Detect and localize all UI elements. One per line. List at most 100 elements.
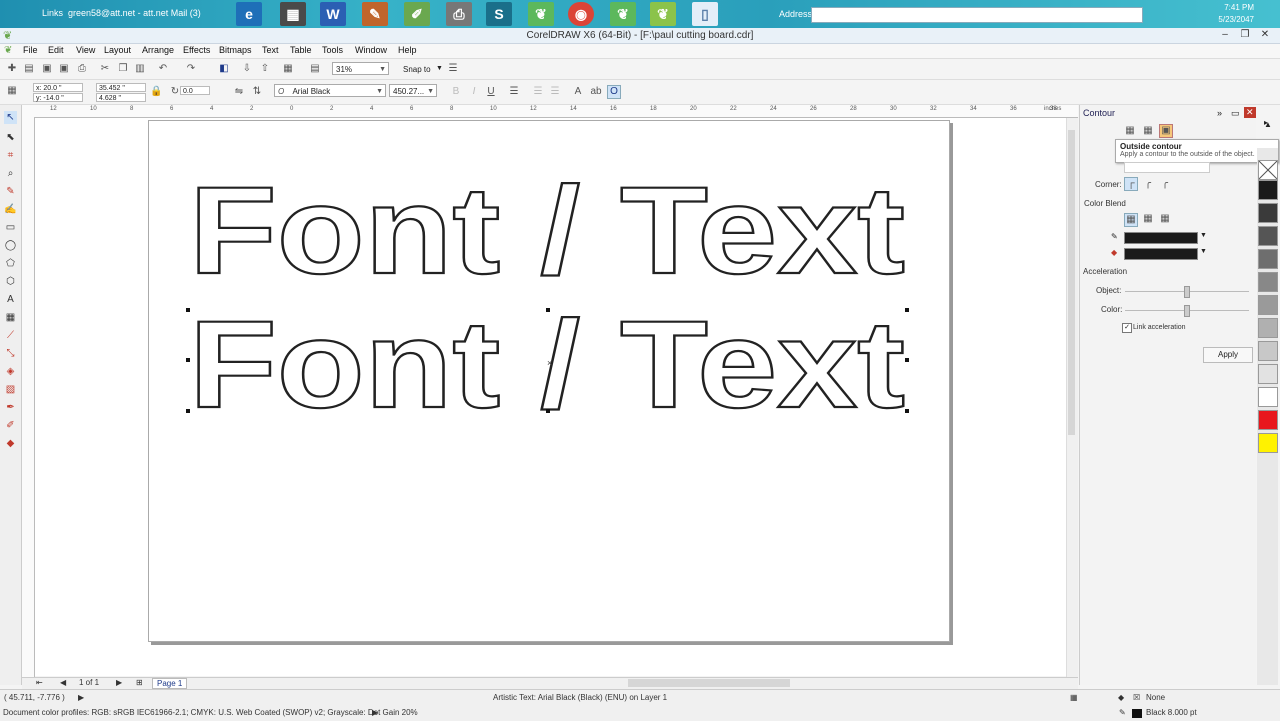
blend-tool-icon[interactable]: ◈ [4, 365, 17, 378]
rectangle-tool-icon[interactable]: ▭ [4, 221, 17, 234]
text-tool-icon[interactable]: A [4, 293, 17, 306]
font-size-select[interactable]: 450.27... ▼ [389, 84, 437, 97]
opentype-icon[interactable]: O [607, 85, 621, 99]
apply-button[interactable]: Apply [1203, 347, 1253, 363]
italic-icon[interactable]: I [468, 86, 480, 98]
text-properties-icon[interactable]: A [572, 86, 584, 98]
document-page[interactable]: Font / Text Font / Text × [148, 120, 950, 642]
outside-contour-icon[interactable]: ▣ [1159, 124, 1173, 138]
vertical-ruler[interactable] [22, 117, 35, 677]
menu-bitmaps[interactable]: Bitmaps [219, 45, 252, 55]
document-icon[interactable]: ▯ [692, 2, 718, 26]
bullet-list-icon[interactable]: ☰ [532, 86, 544, 98]
close-button[interactable]: ✕ [1258, 29, 1272, 41]
docker-minimize-icon[interactable]: ▭ [1231, 108, 1240, 119]
counterclockwise-blend-icon[interactable]: ▦ [1159, 213, 1171, 225]
align-icon[interactable]: ☰ [508, 86, 520, 98]
first-page-icon[interactable]: ⇤ [36, 678, 43, 687]
color-swatch[interactable] [1258, 203, 1278, 223]
underline-icon[interactable]: U [485, 86, 497, 98]
page-1-tab[interactable]: Page 1 [152, 678, 188, 689]
save-as-icon[interactable]: ▣ [58, 63, 70, 75]
offset-field[interactable] [1124, 162, 1210, 173]
menu-layout[interactable]: Layout [104, 45, 131, 55]
app-launcher-icon[interactable]: ▤ [309, 63, 321, 75]
open-icon[interactable]: ▤ [23, 63, 35, 75]
no-color-swatch[interactable] [1258, 160, 1278, 180]
menu-arrange[interactable]: Arrange [142, 45, 174, 55]
chevron-down-icon[interactable]: ▼ [1200, 248, 1207, 255]
dimension-tool-icon[interactable]: ⟋ [4, 329, 17, 342]
connector-tool-icon[interactable]: ⤡ [4, 347, 17, 360]
color-swatch[interactable] [1258, 180, 1278, 200]
calendar-icon[interactable]: ▦ [280, 2, 306, 26]
pick-tool-icon[interactable]: ↖ [4, 111, 17, 124]
links-label[interactable]: Links [42, 8, 63, 18]
paste-icon[interactable]: ▥ [134, 63, 146, 75]
menu-tools[interactable]: Tools [322, 45, 343, 55]
menu-table[interactable]: Table [290, 45, 312, 55]
options-icon[interactable]: ☰ [447, 63, 459, 75]
angle-field[interactable]: 0.0 [180, 86, 210, 95]
x-position-field[interactable]: x: 20.0 " [33, 83, 83, 92]
lock-ratio-icon[interactable]: 🔒 [150, 86, 162, 98]
zoom-level-select[interactable]: 31% ▼ [332, 62, 389, 75]
paint-icon[interactable]: ✎ [362, 2, 388, 26]
docker-close-icon[interactable]: ✕ [1244, 107, 1256, 118]
color-swatch[interactable] [1258, 387, 1278, 407]
menu-file[interactable]: File [23, 45, 38, 55]
clock[interactable]: 7:41 PM 5/23/2047 [1218, 2, 1254, 26]
inside-contour-icon[interactable]: ▦ [1142, 125, 1154, 137]
text-object-1[interactable]: Font / Text [188, 161, 906, 301]
presets-icon[interactable]: ▦ [6, 85, 18, 97]
docker-expand-icon[interactable]: » [1217, 108, 1222, 118]
width-field[interactable]: 35.452 " [96, 83, 146, 92]
y-position-field[interactable]: y: -14.0 " [33, 93, 83, 102]
zoom-tool-icon[interactable]: ⌕ [4, 167, 17, 180]
print-icon[interactable]: ⎙ [76, 63, 88, 75]
menu-view[interactable]: View [76, 45, 95, 55]
chevron-down-icon[interactable]: ▼ [436, 65, 443, 72]
chevron-down-icon[interactable]: ▼ [1200, 232, 1207, 239]
add-page-icon[interactable]: ⊞ [136, 678, 143, 687]
address-input[interactable] [811, 7, 1143, 23]
color-swatch[interactable] [1258, 364, 1278, 384]
smart-fill-icon[interactable]: ✍ [4, 203, 17, 216]
color-swatch[interactable] [1258, 295, 1278, 315]
ie-icon[interactable]: e [236, 2, 262, 26]
color-swatch[interactable] [1258, 410, 1278, 430]
edit-text-icon[interactable]: ab [590, 86, 602, 98]
menu-edit[interactable]: Edit [48, 45, 64, 55]
word-icon[interactable]: W [320, 2, 346, 26]
horizontal-ruler[interactable]: 12 10 8 6 4 2 0 2 4 6 8 10 12 14 16 18 20 22 24 26 28 30 32 34 3… [22, 105, 1097, 118]
basic-shapes-icon[interactable]: ⬡ [4, 275, 17, 288]
to-center-icon[interactable]: ▦ [1124, 125, 1136, 137]
draw-icon[interactable]: ✐ [404, 2, 430, 26]
menu-text[interactable]: Text [262, 45, 279, 55]
bevel-corner-icon[interactable]: ╭ [1159, 178, 1171, 190]
horizontal-scroll-thumb[interactable] [628, 679, 790, 687]
menu-help[interactable]: Help [398, 45, 417, 55]
menu-effects[interactable]: Effects [183, 45, 210, 55]
link-acceleration-checkbox[interactable]: ✓ [1122, 323, 1132, 333]
height-field[interactable]: 4.628 " [96, 93, 146, 102]
doc-icon[interactable]: ❦ [4, 45, 12, 56]
crop-tool-icon[interactable]: ⌗ [4, 149, 17, 162]
polygon-tool-icon[interactable]: ⬠ [4, 257, 17, 270]
copy-icon[interactable]: ❐ [117, 63, 129, 75]
publish-pdf-icon[interactable]: ▦ [282, 63, 294, 75]
color-swatch[interactable] [1258, 249, 1278, 269]
leaf2-icon[interactable]: ❦ [610, 2, 636, 26]
save-icon[interactable]: ▣ [41, 63, 53, 75]
color-swatch[interactable] [1258, 318, 1278, 338]
new-icon[interactable]: ✚ [6, 63, 18, 75]
menu-window[interactable]: Window [355, 45, 387, 55]
font-list-select[interactable]: O Arial Black ▼ [274, 84, 386, 97]
leaf3-icon[interactable]: ❦ [650, 2, 676, 26]
eyedropper-tool-icon[interactable]: ✒ [4, 401, 17, 414]
ellipse-tool-icon[interactable]: ◯ [4, 239, 17, 252]
shape-tool-icon[interactable]: ⬉ [4, 131, 17, 144]
mitered-corner-icon[interactable]: ┌ [1124, 177, 1138, 191]
round-corner-icon[interactable]: ╭ [1142, 178, 1154, 190]
table-tool-icon[interactable]: ▦ [4, 311, 17, 324]
